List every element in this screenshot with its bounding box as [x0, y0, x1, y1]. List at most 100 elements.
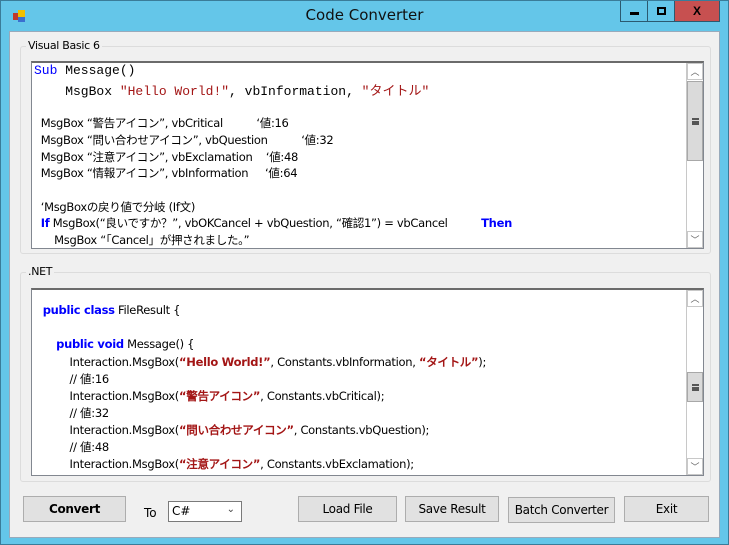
title-bar[interactable]: Code Converter X [1, 1, 728, 31]
scroll-up-button[interactable]: ︿ [687, 63, 703, 80]
string-token: "Hello World!" [119, 83, 230, 99]
chevron-down-icon: ﹀ [690, 235, 700, 245]
chevron-down-icon: ⌄ [226, 504, 235, 515]
maximize-button[interactable] [648, 1, 675, 21]
code-token: // 値:48 [36, 440, 110, 454]
maximize-icon [656, 7, 666, 15]
string-token: “警告アイコン” [178, 389, 261, 403]
code-token: // 値:32 [36, 406, 110, 420]
keyword-token: Then [481, 216, 512, 231]
scroll-thumb[interactable] [687, 81, 703, 161]
code-token: MsgBox “情報アイコン”, vbInformation ‘値:64 [34, 166, 298, 181]
target-scrollbar[interactable]: ︿ ﹀ [686, 290, 703, 475]
code-token: , vbInformation, [229, 83, 362, 99]
load-file-button[interactable]: Load File [298, 496, 397, 522]
string-token: "タイトル" [361, 83, 430, 99]
app-window: Code Converter X Visual Basic 6 Sub Mess… [0, 0, 729, 545]
save-result-button[interactable]: Save Result [405, 496, 499, 522]
scroll-down-button[interactable]: ﹀ [687, 231, 703, 248]
code-line: // 値:48 [36, 439, 110, 455]
convert-button[interactable]: Convert [23, 496, 126, 522]
code-token: MsgBox “注意アイコン”, vbExclamation ‘値:48 [34, 149, 299, 164]
code-line: MsgBox "Hello World!", vbInformation, "タ… [34, 80, 429, 99]
target-group: .NET public class FileResult { public vo… [20, 265, 711, 482]
grip-icon [691, 117, 699, 125]
language-select-value: C# [172, 504, 191, 518]
keyword-token: Sub [34, 63, 58, 78]
client-area: Visual Basic 6 Sub Message() MsgBox "Hel… [9, 31, 720, 538]
target-code-editor[interactable]: public class FileResult { public void Me… [31, 288, 704, 476]
code-line: // 値:16 [36, 371, 110, 387]
code-token: Interaction.MsgBox( [36, 355, 180, 369]
code-line: MsgBox “警告アイコン”, vbCritical ‘値:16 [34, 115, 289, 131]
code-line: MsgBox “情報アイコン”, vbInformation ‘値:64 [34, 165, 298, 181]
code-token: MsgBox [34, 83, 120, 99]
code-token: , Constants.vbInformation, [270, 355, 419, 369]
code-line: MsgBox “「Cancel」が押されました。” [34, 232, 249, 248]
code-token: // 値:64 [36, 474, 110, 475]
code-line: Sub Message() [34, 63, 135, 78]
code-line: public void Message() { [36, 337, 194, 351]
target-code-text[interactable]: public class FileResult { public void Me… [32, 290, 685, 475]
code-line: // 値:32 [36, 405, 110, 421]
code-token: // 値:16 [36, 372, 110, 386]
code-token: MsgBox “「Cancel」が押されました。” [34, 233, 250, 247]
string-token: “Hello World!” [178, 355, 271, 369]
code-token: MsgBox “警告アイコン”, vbCritical ‘値:16 [34, 116, 289, 131]
batch-converter-button[interactable]: Batch Converter [508, 497, 615, 523]
source-group-label: Visual Basic 6 [26, 39, 102, 52]
minimize-button[interactable] [621, 1, 648, 21]
code-token: Interaction.MsgBox( [36, 423, 180, 437]
code-line: If MsgBox(“良いですか？”, vbOKCancel + vbQuest… [34, 215, 513, 231]
keyword-token: public void [56, 337, 124, 351]
chevron-up-icon: ︿ [690, 67, 700, 77]
code-token: MsgBox “問い合わせアイコン”, vbQuestion ‘値:32 [34, 132, 334, 147]
code-token: Interaction.MsgBox( [36, 389, 180, 403]
close-icon: X [692, 4, 701, 18]
code-token: Message() { [123, 337, 195, 351]
grip-icon [691, 383, 699, 391]
target-group-label: .NET [26, 265, 55, 278]
exit-button[interactable]: Exit [624, 496, 709, 522]
string-token: “タイトル” [418, 355, 479, 369]
code-token: MsgBox(“良いですか？”, vbOKCancel + vbQuestion… [49, 216, 482, 231]
code-line: Interaction.MsgBox(“警告アイコン”, Constants.v… [36, 388, 385, 404]
source-scrollbar[interactable]: ︿ ﹀ [686, 63, 703, 248]
code-line: Interaction.MsgBox(“Hello World!”, Const… [36, 354, 487, 370]
code-token: , Constants.vbExclamation); [260, 457, 414, 471]
code-line: MsgBox “問い合わせアイコン”, vbQuestion ‘値:32 [34, 132, 334, 148]
chevron-up-icon: ︿ [690, 294, 700, 304]
code-line: public class FileResult { [36, 303, 181, 317]
keyword-token: public class [42, 303, 115, 317]
scroll-down-button[interactable]: ﹀ [687, 458, 703, 475]
code-token: , Constants.vbQuestion); [293, 423, 430, 437]
code-token: , Constants.vbCritical); [260, 389, 385, 403]
language-select[interactable]: C# ⌄ [168, 501, 242, 522]
code-token: Message() [57, 63, 136, 78]
window-title: Code Converter [305, 6, 424, 24]
source-code-text[interactable]: Sub Message() MsgBox "Hello World!", vbI… [32, 63, 685, 248]
chevron-down-icon: ﹀ [690, 462, 700, 472]
source-code-editor[interactable]: Sub Message() MsgBox "Hello World!", vbI… [31, 61, 704, 249]
window-controls: X [620, 1, 720, 22]
scroll-up-button[interactable]: ︿ [687, 290, 703, 307]
string-token: “問い合わせアイコン” [178, 423, 294, 437]
code-line: ‘MsgBoxの戻り値で分岐 (If文) [34, 199, 196, 215]
code-token: FileResult { [114, 303, 181, 317]
source-group: Visual Basic 6 Sub Message() MsgBox "Hel… [20, 39, 711, 254]
close-button[interactable]: X [675, 1, 719, 21]
code-line: MsgBox “注意アイコン”, vbExclamation ‘値:48 [34, 149, 299, 165]
code-line: Interaction.MsgBox(“問い合わせアイコン”, Constant… [36, 422, 430, 438]
code-line: // 値:64 [36, 473, 110, 475]
string-token: “注意アイコン” [178, 457, 261, 471]
code-token: ); [478, 355, 487, 369]
to-label: To [144, 506, 157, 520]
code-token: ‘MsgBoxの戻り値で分岐 (If文) [34, 199, 196, 214]
scroll-thumb[interactable] [687, 372, 703, 402]
code-token: Interaction.MsgBox( [36, 457, 180, 471]
code-line: Interaction.MsgBox(“注意アイコン”, Constants.v… [36, 456, 415, 472]
minimize-icon [629, 11, 639, 15]
